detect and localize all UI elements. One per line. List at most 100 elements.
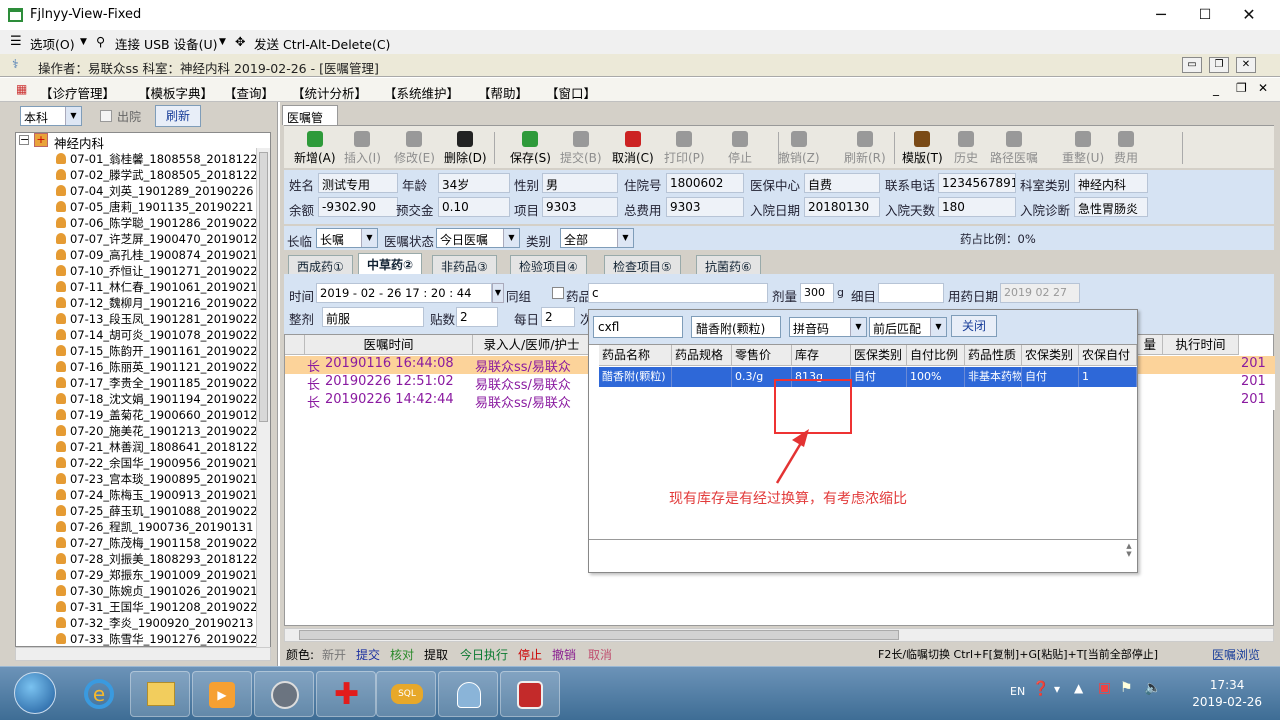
- dose-input[interactable]: 300: [800, 283, 834, 303]
- tab-order-management[interactable]: 医嘱管理: [282, 105, 338, 142]
- tab-1[interactable]: 中草药②: [358, 253, 423, 274]
- tab-2[interactable]: 非药品③: [432, 255, 497, 274]
- lookup-mode-select[interactable]: 拼音码 ▼: [789, 317, 867, 337]
- mdi-close-icon[interactable]: ✕: [1258, 81, 1268, 95]
- patient-icon: [56, 265, 66, 276]
- tree-scrollbar[interactable]: [256, 148, 270, 648]
- volume-icon[interactable]: 🔈: [1144, 680, 1161, 696]
- toolbar-button-2[interactable]: 修改(E): [394, 128, 435, 166]
- app-compass-icon[interactable]: [254, 671, 314, 717]
- tray-expand-icon[interactable]: ▲: [1074, 681, 1083, 695]
- toolbar-button-11[interactable]: 模版(T): [902, 128, 943, 166]
- lookup-match-select[interactable]: 前后匹配 ▼: [869, 317, 947, 337]
- system-clock[interactable]: 17:34 2019-02-26: [1192, 677, 1262, 711]
- drug-checkbox[interactable]: [552, 287, 564, 299]
- toolbar-button-4[interactable]: 保存(S): [510, 128, 551, 166]
- usb-device-menu[interactable]: 连接 USB 设备(U): [115, 34, 218, 53]
- time-input[interactable]: 2019 - 02 - 26 17 : 20 : 44: [316, 283, 492, 303]
- chevron-down-icon[interactable]: ▼: [80, 37, 87, 47]
- menu-help[interactable]: 【帮助】: [478, 83, 528, 102]
- discharge-checkbox[interactable]: [100, 110, 112, 122]
- maximize-button[interactable]: ☐: [1182, 4, 1228, 26]
- action-center-icon[interactable]: ⚑: [1120, 680, 1133, 696]
- toolbar-button-6[interactable]: 取消(C): [612, 128, 654, 166]
- toolbar-button-8[interactable]: 停止: [728, 128, 752, 166]
- toolbar-button-1[interactable]: 插入(I): [344, 128, 381, 166]
- toolbar-button-13[interactable]: 路径医嘱: [990, 128, 1038, 166]
- menu-clinic[interactable]: 【诊疗管理】: [40, 83, 115, 102]
- toolbar-button-5[interactable]: 提交(B): [560, 128, 602, 166]
- collapse-icon[interactable]: −: [19, 134, 29, 145]
- category-select[interactable]: 全部 ▼: [560, 228, 634, 248]
- toolbar-button-12[interactable]: 历史: [954, 128, 978, 166]
- whole-dose-input[interactable]: 前服: [322, 307, 424, 327]
- media-player-icon[interactable]: ▶: [192, 671, 252, 717]
- lookup-search-input[interactable]: cxfl: [593, 316, 683, 338]
- patient-tree-item[interactable]: 07-33_陈雪华_1901276_20190226: [56, 631, 265, 646]
- admission-date-field: 20180130: [804, 197, 880, 217]
- tree-root-label[interactable]: 神经内科: [54, 133, 104, 152]
- his-red-cross-icon[interactable]: ✚: [316, 671, 376, 717]
- grid-header-time[interactable]: 医嘱时间: [305, 335, 473, 355]
- toolbar-button-14[interactable]: 重整(U): [1062, 128, 1104, 166]
- detail-input[interactable]: [878, 283, 944, 303]
- mdi-min-icon[interactable]: _: [1213, 82, 1219, 96]
- daily-input[interactable]: 2: [541, 307, 575, 327]
- windows-taskbar: e ▶ ✚ SQL EN ❓ ▾ ▲ ▣ ⚑ 🔈 17:34 2019-02-26: [0, 666, 1280, 720]
- mdi-close-button[interactable]: ✕: [1236, 57, 1256, 73]
- help-icon[interactable]: ❓: [1032, 681, 1049, 697]
- toolbar-icon: [406, 131, 423, 147]
- start-button[interactable]: [14, 672, 56, 714]
- doctor-app-icon[interactable]: [438, 671, 498, 717]
- close-button[interactable]: ✕: [1226, 4, 1272, 26]
- tab-4[interactable]: 检查项目⑤: [604, 255, 681, 274]
- toolbar-icon: [1075, 131, 1092, 147]
- menu-query[interactable]: 【查询】: [224, 83, 274, 102]
- mdi-restore-button[interactable]: ❐: [1209, 57, 1229, 73]
- tab-3[interactable]: 检验项目④: [510, 255, 587, 274]
- language-indicator[interactable]: EN: [1010, 685, 1025, 698]
- lookup-name-input[interactable]: 醋香附(颗粒): [691, 316, 781, 338]
- toolbar-button-7[interactable]: 打印(P): [664, 128, 705, 166]
- tab-5[interactable]: 抗菌药⑥: [696, 255, 761, 274]
- tab-0[interactable]: 西成药①: [288, 255, 353, 274]
- toolbar-button-15[interactable]: 费用: [1114, 128, 1138, 166]
- dept-select[interactable]: 本科 ▼: [20, 106, 82, 126]
- chevron-down-icon[interactable]: ▼: [219, 37, 226, 47]
- menu-window[interactable]: 【窗口】: [546, 83, 596, 102]
- minimize-button[interactable]: ─: [1138, 4, 1184, 26]
- menu-system[interactable]: 【系统维护】: [384, 83, 459, 102]
- patient-icon: [56, 537, 66, 548]
- tree-hscrollbar[interactable]: [15, 647, 271, 661]
- order-status-select[interactable]: 今日医嘱 ▼: [436, 228, 520, 248]
- send-cad-button[interactable]: 发送 Ctrl-Alt-Delete(C): [254, 34, 390, 53]
- toolbar-label: 重整(U): [1062, 151, 1105, 165]
- menu-statistics[interactable]: 【统计分析】: [292, 83, 367, 102]
- time-picker-button[interactable]: ▼: [492, 283, 504, 303]
- grid-hscrollbar[interactable]: [284, 628, 1274, 642]
- tray-menu-icon[interactable]: ▾: [1054, 682, 1060, 696]
- longterm-select[interactable]: 长嘱 ▼: [316, 228, 378, 248]
- drug-search-input[interactable]: c: [588, 283, 768, 303]
- explorer-icon[interactable]: [130, 671, 190, 717]
- menu-templates[interactable]: 【模板字典】: [138, 83, 213, 102]
- sql-icon[interactable]: SQL: [376, 671, 436, 717]
- grid-header-entry[interactable]: 录入人/医师/护士: [473, 335, 591, 355]
- ie-icon[interactable]: e: [70, 671, 130, 717]
- toolbar-icon: [958, 131, 974, 147]
- grid-header-exec[interactable]: 执行时间: [1163, 335, 1239, 355]
- toolbar-button-10[interactable]: 刷新(R): [844, 128, 886, 166]
- toolbar-button-9[interactable]: 撤销(Z): [778, 128, 820, 166]
- toolbar-button-3[interactable]: 删除(D): [444, 128, 487, 166]
- med-date-input[interactable]: 2019 02 27: [1000, 283, 1080, 303]
- toolbar-button-0[interactable]: 新增(A): [294, 128, 336, 166]
- mdi-minimize-button[interactable]: ▭: [1182, 57, 1202, 73]
- lookup-close-button[interactable]: 关闭: [951, 315, 997, 337]
- sticks-input[interactable]: 2: [456, 307, 498, 327]
- remote-viewer-icon[interactable]: [500, 671, 560, 717]
- mdi-restore-icon[interactable]: ❐: [1236, 81, 1247, 95]
- network-icon[interactable]: ▣: [1098, 680, 1111, 696]
- refresh-button[interactable]: 刷新: [155, 105, 201, 127]
- order-browse-link[interactable]: 医嘱浏览: [1212, 646, 1260, 663]
- options-menu[interactable]: 选项(O): [30, 34, 75, 53]
